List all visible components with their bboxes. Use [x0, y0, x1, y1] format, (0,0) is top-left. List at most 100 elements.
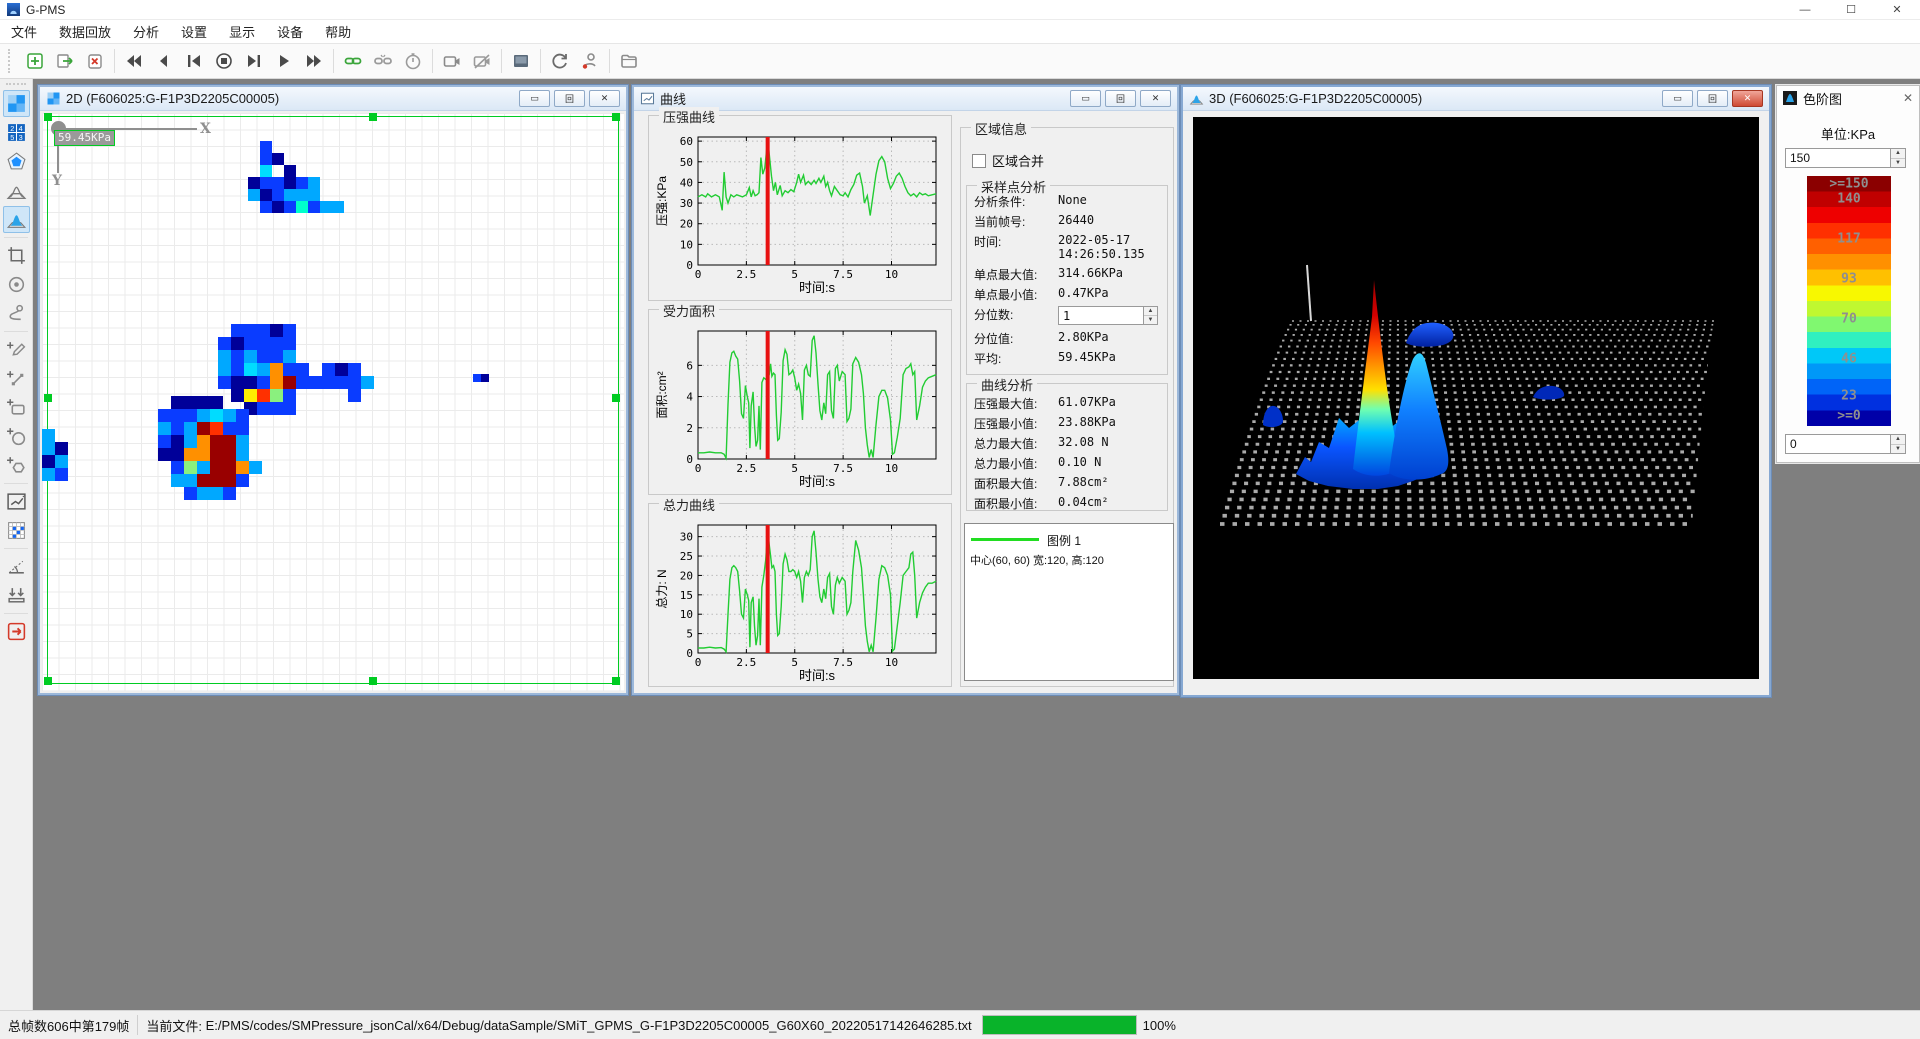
pressure-cell: [184, 396, 197, 409]
area-chart[interactable]: 02.557.5100246面积:cm²时间:s: [654, 323, 946, 489]
go-start-button[interactable]: [182, 49, 206, 73]
colorscale-close-icon[interactable]: ✕: [1903, 91, 1913, 105]
window-curves[interactable]: 曲线 ▭ 回 ✕ 压强曲线 02.557.5100102030405060压强:…: [632, 85, 1179, 695]
pressure-cell: [223, 487, 236, 500]
pressure-cell: [184, 461, 197, 474]
curve-pressure-min-value: 23.88KPa: [1058, 415, 1116, 435]
new-file-button[interactable]: [23, 49, 47, 73]
file-manager-button[interactable]: [617, 49, 641, 73]
window-curves-minimize-icon[interactable]: ▭: [1070, 90, 1101, 107]
pressure-chart[interactable]: 02.557.5100102030405060压强:KPa时间:s: [654, 129, 946, 295]
tool-draw-polygon[interactable]: [3, 452, 30, 479]
window-2d[interactable]: 2D (F606025:G-F1P3D2205C00005) ▭ 回 ✕ XY5…: [38, 85, 628, 695]
record-on-button[interactable]: [440, 49, 464, 73]
view-2d-grid[interactable]: [3, 90, 30, 117]
surface-3d-view[interactable]: [1193, 117, 1759, 679]
menu-playback[interactable]: 数据回放: [48, 18, 122, 45]
region-merge-checkbox[interactable]: [972, 154, 986, 168]
tool-draw-line[interactable]: [3, 365, 30, 392]
sample-quantile-count-spinner[interactable]: ▲▼: [1144, 306, 1158, 325]
tool-angle-report[interactable]: [3, 553, 30, 580]
selection-handle[interactable]: [612, 677, 620, 685]
fast-forward-button[interactable]: [302, 49, 326, 73]
export-file-button[interactable]: [53, 49, 77, 73]
unlink-button[interactable]: [371, 49, 395, 73]
refresh-button[interactable]: [548, 49, 572, 73]
colorscale-panel[interactable]: 色阶图 ✕ 单位:KPa 150 ▲▼ >=15014011793704623>…: [1776, 85, 1920, 463]
sample-quantile-count-input[interactable]: 1: [1058, 306, 1144, 325]
view-polygon[interactable]: [3, 148, 30, 175]
tool-export-data[interactable]: [3, 582, 30, 609]
menu-file[interactable]: 文件: [0, 18, 48, 45]
window-3d-close-icon[interactable]: ✕: [1732, 90, 1763, 107]
pressure-cell: [158, 422, 171, 435]
force-chart[interactable]: 02.557.510051015202530总力: N时间:s: [654, 517, 946, 683]
legend-series-label: 图例 1: [1047, 532, 1081, 549]
window-2d-close-icon[interactable]: ✕: [589, 90, 620, 107]
view-3d-wireframe[interactable]: [3, 177, 30, 204]
selection-handle[interactable]: [612, 394, 620, 402]
sample-point-min-label: 单点最小值:: [974, 286, 1058, 306]
colorscale-min-spinner[interactable]: ▲▼: [1891, 434, 1906, 454]
pressure-cell: [184, 487, 197, 500]
delete-file-button[interactable]: [83, 49, 107, 73]
colorscale-max-input[interactable]: 150: [1785, 148, 1891, 168]
go-end-button[interactable]: [242, 49, 266, 73]
menu-device[interactable]: 设备: [266, 18, 314, 45]
selection-handle[interactable]: [44, 113, 52, 121]
window-2d-titlebar[interactable]: 2D (F606025:G-F1P3D2205C00005) ▭ 回 ✕: [40, 87, 626, 111]
window-3d[interactable]: 3D (F606025:G-F1P3D2205C00005) ▭ 回 ✕: [1181, 85, 1771, 697]
tool-exit[interactable]: [3, 618, 30, 645]
timer-button[interactable]: [401, 49, 425, 73]
view-3d-surface[interactable]: [3, 206, 30, 233]
x-axis-label: X: [200, 121, 211, 137]
tool-cell-grid[interactable]: [3, 517, 30, 544]
link-icon: [343, 51, 363, 71]
pressure-cell: [270, 389, 283, 402]
pressure-map-2d[interactable]: XY59.45KPa: [42, 113, 624, 691]
user-record-button[interactable]: [578, 49, 602, 73]
window-curves-close-icon[interactable]: ✕: [1140, 90, 1171, 107]
play-button[interactable]: [272, 49, 296, 73]
pressure-cell: [260, 165, 272, 177]
tool-crop[interactable]: [3, 242, 30, 269]
tool-draw-circle[interactable]: [3, 423, 30, 450]
selection-handle[interactable]: [44, 677, 52, 685]
menu-help[interactable]: 帮助: [314, 18, 362, 45]
maximize-icon[interactable]: ☐: [1828, 0, 1874, 20]
tool-center-point[interactable]: [3, 271, 30, 298]
window-3d-minimize-icon[interactable]: ▭: [1662, 90, 1693, 107]
selection-handle[interactable]: [612, 113, 620, 121]
colorscale-min-input[interactable]: 0: [1785, 434, 1891, 454]
svg-text:10: 10: [885, 462, 898, 475]
selection-handle[interactable]: [44, 394, 52, 402]
window-2d-restore-icon[interactable]: 回: [554, 90, 585, 107]
selection-handle[interactable]: [369, 113, 377, 121]
menu-settings[interactable]: 设置: [170, 18, 218, 45]
tool-draw-pencil[interactable]: [3, 336, 30, 363]
circle-plus-icon: [6, 426, 27, 447]
minimize-icon[interactable]: —: [1782, 0, 1828, 20]
record-off-button[interactable]: [470, 49, 494, 73]
selection-handle[interactable]: [369, 677, 377, 685]
menu-display[interactable]: 显示: [218, 18, 266, 45]
tool-draw-rect[interactable]: [3, 394, 30, 421]
display-button[interactable]: [509, 49, 533, 73]
step-back-button[interactable]: [152, 49, 176, 73]
window-3d-restore-icon[interactable]: 回: [1697, 90, 1728, 107]
window-curves-restore-icon[interactable]: 回: [1105, 90, 1136, 107]
colorscale-max-spinner[interactable]: ▲▼: [1891, 148, 1906, 168]
colorscale-tick-label: >=150: [1807, 176, 1891, 191]
stop-button[interactable]: [212, 49, 236, 73]
rewind-button[interactable]: [122, 49, 146, 73]
tool-trend-chart[interactable]: [3, 488, 30, 515]
view-values-grid[interactable]: 2453: [3, 119, 30, 146]
pressure-cell: [308, 189, 320, 201]
close-icon[interactable]: ✕: [1874, 0, 1920, 20]
menu-analysis[interactable]: 分析: [122, 18, 170, 45]
window-2d-minimize-icon[interactable]: ▭: [519, 90, 550, 107]
tool-path[interactable]: [3, 300, 30, 327]
colorscale-title: 色阶图: [1803, 89, 1842, 108]
window-3d-titlebar[interactable]: 3D (F606025:G-F1P3D2205C00005) ▭ 回 ✕: [1183, 87, 1769, 111]
link-button[interactable]: [341, 49, 365, 73]
